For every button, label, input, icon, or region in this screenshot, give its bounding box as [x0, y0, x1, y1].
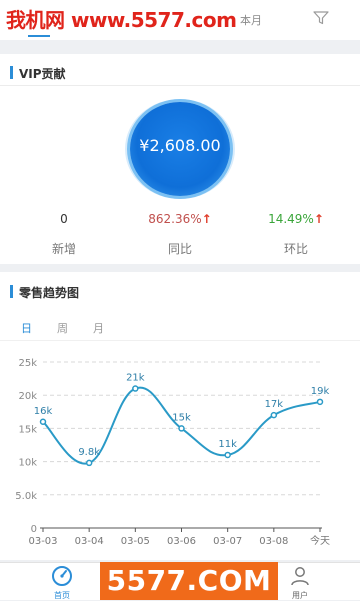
- range-tab-month[interactable]: 月: [93, 320, 104, 336]
- user-icon: [291, 567, 309, 586]
- data-point: [270, 411, 278, 419]
- stat-new: 0 新增: [4, 212, 124, 257]
- data-point: [132, 385, 139, 392]
- arrow-up-icon: ↑: [313, 212, 324, 226]
- range-tab-day[interactable]: 日: [21, 320, 32, 336]
- data-point: [85, 459, 93, 467]
- data-label: 15k: [172, 412, 191, 423]
- divider: [0, 340, 360, 341]
- stat-yoy-value: 862.36%↑: [120, 212, 240, 226]
- filter-icon[interactable]: [313, 11, 329, 25]
- top-tab-bar: 我机网 www.5577.com 本月: [0, 0, 360, 40]
- dashboard-icon: [52, 566, 72, 586]
- range-tab-week[interactable]: 周: [57, 320, 68, 336]
- vip-card: VIP贡献 ¥2,608.00 0 新增 862.36%↑ 同比 14.49%↑…: [0, 54, 360, 264]
- data-label: 19k: [311, 386, 330, 397]
- trend-card: 零售趋势图 日 周 月 0 5.0k 10k 15k 20k 25k 03-03 03-04 0…: [0, 272, 360, 560]
- nav-home-label: 首页: [54, 591, 70, 600]
- data-label: 11k: [218, 439, 237, 450]
- x-tick-label: 03-06: [167, 536, 196, 547]
- vip-section-title: VIP贡献: [10, 65, 66, 82]
- x-tick-label: 今天: [310, 534, 330, 547]
- data-label: 9.8k: [78, 447, 100, 458]
- data-point: [316, 398, 324, 406]
- x-tick-label: 03-04: [75, 536, 104, 547]
- data-point: [224, 451, 231, 459]
- trend-section-title: 零售趋势图: [10, 284, 79, 301]
- divider: [0, 85, 360, 86]
- stat-mom: 14.49%↑ 环比: [236, 212, 356, 257]
- x-tick-label: 03-08: [259, 536, 288, 547]
- arrow-up-icon: ↑: [201, 212, 212, 226]
- nav-user-label: 用户: [292, 591, 308, 600]
- y-tick-label: 0: [31, 524, 37, 535]
- y-tick-label: 15k: [18, 424, 37, 435]
- active-tab-indicator: [28, 35, 50, 37]
- stat-mom-label: 环比: [283, 242, 308, 256]
- nav-home[interactable]: 首页: [42, 565, 82, 601]
- stat-new-value: 0: [60, 212, 68, 226]
- data-label: 21k: [126, 373, 145, 384]
- x-tick-label: 03-03: [28, 536, 57, 547]
- tab-month[interactable]: 本月: [240, 12, 262, 28]
- retail-trend-chart: 0 5.0k 10k 15k 20k 25k 03-03 03-04 03-05 03-06 03-…: [15, 358, 330, 547]
- data-label: 16k: [34, 406, 53, 417]
- stat-new-label: 新增: [51, 242, 76, 256]
- y-tick-label: 10k: [18, 458, 37, 469]
- x-tick-label: 03-05: [121, 536, 150, 547]
- stat-mom-number: 14.49%: [268, 212, 314, 226]
- nav-user[interactable]: 用户: [280, 565, 320, 601]
- watermark-text: 我机网 www.5577.com: [6, 8, 237, 32]
- data-label: 17k: [265, 399, 284, 410]
- data-point: [39, 418, 47, 426]
- data-point: [178, 425, 185, 432]
- vip-amount: ¥2,608.00: [139, 136, 221, 155]
- watermark-banner: 5577.COM: [100, 562, 278, 600]
- y-tick-label: 5.0k: [15, 491, 37, 502]
- stat-yoy-label: 同比: [167, 242, 192, 256]
- stat-yoy: 862.36%↑ 同比: [120, 212, 240, 257]
- x-tick-label: 03-07: [213, 536, 242, 547]
- stat-mom-value: 14.49%↑: [236, 212, 356, 226]
- y-tick-label: 20k: [18, 391, 37, 402]
- y-tick-label: 25k: [18, 358, 37, 369]
- stat-yoy-number: 862.36%: [148, 212, 202, 226]
